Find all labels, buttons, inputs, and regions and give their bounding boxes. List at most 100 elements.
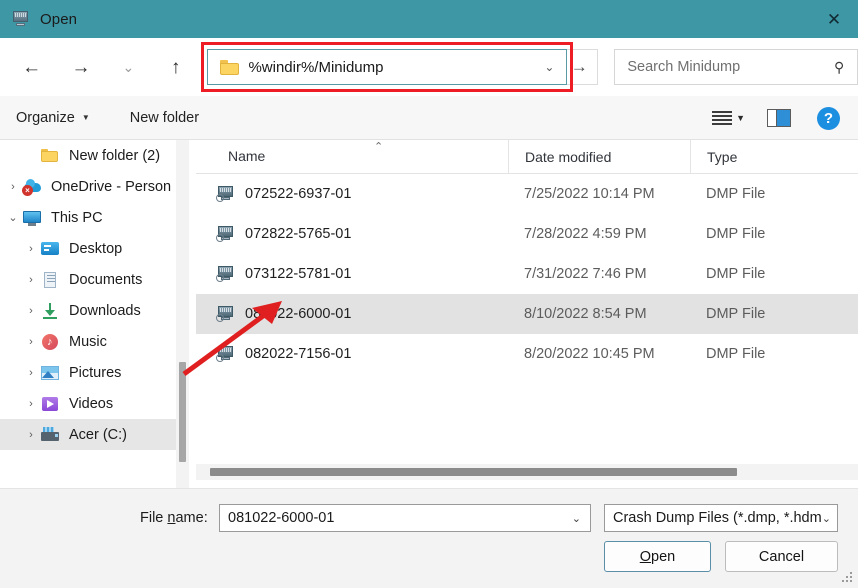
chevron-down-icon[interactable]: ⌄ <box>544 60 554 74</box>
file-name-value: 081022-6000-01 <box>228 510 335 526</box>
title-bar: Open ✕ <box>0 0 858 38</box>
file-list-scrollbar-thumb[interactable] <box>210 468 737 476</box>
recent-locations-icon[interactable]: ⌄ <box>111 49 146 85</box>
sidebar-item-label: Documents <box>69 271 143 288</box>
dump-file-icon <box>216 225 235 243</box>
file-type-select[interactable]: Crash Dump Files (*.dmp, *.hdm ⌄ <box>604 504 838 532</box>
address-bar-text: %windir%/Minidump <box>248 58 384 76</box>
column-header-name[interactable]: Name <box>196 148 508 166</box>
column-header-date-modified[interactable]: Date modified <box>508 139 690 174</box>
view-controls: ▼ ? <box>712 96 858 140</box>
cancel-button[interactable]: Cancel <box>725 541 838 572</box>
table-row[interactable]: 082022-7156-01 8/20/2022 10:45 PM DMP File <box>196 334 858 374</box>
folder-icon <box>220 59 240 75</box>
open-file-dialog: Open ✕ ← → ⌄ ↑ %windir%/Minidump ⌄ → Sea… <box>0 0 858 588</box>
sidebar-item-label: New folder (2) <box>69 147 161 164</box>
back-icon[interactable]: ← <box>14 49 49 85</box>
cell-name: 073122-5781-01 <box>196 265 508 283</box>
sidebar-item-music[interactable]: › ♪ Music <box>0 326 180 357</box>
cell-name: 072822-5765-01 <box>196 225 508 243</box>
address-bar-wrapper: %windir%/Minidump ⌄ <box>201 42 574 92</box>
sidebar-item-label: Desktop <box>69 240 123 257</box>
up-one-level-icon[interactable]: ↑ <box>158 49 193 85</box>
help-icon[interactable]: ? <box>817 106 840 130</box>
window-icon <box>12 10 30 28</box>
list-view-icon[interactable] <box>712 110 734 126</box>
sidebar-item-videos[interactable]: › Videos <box>0 388 180 419</box>
navigation-bar: ← → ⌄ ↑ %windir%/Minidump ⌄ → Search Min… <box>0 38 858 96</box>
sidebar-item-pictures[interactable]: › Pictures <box>0 357 180 388</box>
cell-type: DMP File <box>706 226 766 242</box>
videos-icon <box>40 395 60 413</box>
expander-icon[interactable]: › <box>22 367 40 379</box>
desktop-icon <box>40 240 60 258</box>
sidebar-item-this-pc[interactable]: ⌄ This PC <box>0 202 180 233</box>
close-icon[interactable]: ✕ <box>810 0 858 38</box>
sidebar-item-acer-c[interactable]: › Acer (C:) <box>0 419 180 450</box>
onedrive-icon: × <box>22 178 42 196</box>
music-icon: ♪ <box>40 333 60 351</box>
view-options-chevron-down-icon[interactable]: ▼ <box>736 113 745 123</box>
file-name-text: 081022-6000-01 <box>245 306 352 322</box>
cell-name: 072522-6937-01 <box>196 185 508 203</box>
file-name-label: File name: <box>140 510 208 526</box>
expander-icon[interactable]: ⌄ <box>4 211 22 224</box>
expander-icon[interactable]: › <box>22 274 40 286</box>
chevron-down-icon[interactable]: ⌄ <box>572 512 581 525</box>
cell-type: DMP File <box>706 266 766 282</box>
downloads-icon <box>40 302 60 320</box>
cell-type: DMP File <box>706 346 766 362</box>
sidebar-item-label: Videos <box>69 395 114 412</box>
sidebar-item-label: This PC <box>51 209 103 226</box>
preview-pane-icon[interactable] <box>767 109 791 127</box>
sidebar-item-documents[interactable]: › Documents <box>0 264 180 295</box>
folder-icon <box>40 147 60 165</box>
file-name-input[interactable]: 081022-6000-01 ⌄ <box>219 504 591 532</box>
expander-icon[interactable]: › <box>22 429 40 441</box>
file-list-rows: 072522-6937-01 7/25/2022 10:14 PM DMP File… <box>196 174 858 374</box>
address-bar[interactable]: %windir%/Minidump ⌄ <box>207 49 568 85</box>
sidebar-item-label: Acer (C:) <box>69 426 127 443</box>
resize-grip[interactable] <box>842 572 854 584</box>
expander-icon[interactable]: › <box>22 243 40 255</box>
cell-date-modified: 7/31/2022 7:46 PM <box>524 266 647 282</box>
cell-name: 082022-7156-01 <box>196 345 508 363</box>
table-row[interactable]: 072822-5765-01 7/28/2022 4:59 PM DMP File <box>196 214 858 254</box>
command-toolbar: Organize ▼ New folder ▼ ? <box>0 96 858 140</box>
sidebar-item-label: OneDrive - Person <box>51 178 172 195</box>
open-button[interactable]: Open <box>604 541 711 572</box>
expander-icon[interactable]: › <box>22 398 40 410</box>
file-list-header: ⌃ Name Date modified Type <box>196 139 858 174</box>
file-list-horizontal-scrollbar[interactable] <box>196 464 858 480</box>
sidebar-item-desktop[interactable]: › Desktop <box>0 233 180 264</box>
dump-file-icon <box>216 265 235 283</box>
expander-icon[interactable]: › <box>22 336 40 348</box>
this-pc-icon <box>22 209 42 227</box>
file-list: ⌃ Name Date modified Type 072522-6937-01… <box>196 139 858 460</box>
search-box[interactable]: Search Minidump ⚲ <box>614 49 858 85</box>
table-row[interactable]: 073122-5781-01 7/31/2022 7:46 PM DMP File <box>196 254 858 294</box>
sidebar-scrollbar-thumb[interactable] <box>179 362 186 462</box>
file-name-text: 072522-6937-01 <box>245 186 352 202</box>
file-name-text: 072822-5765-01 <box>245 226 352 242</box>
sort-ascending-icon: ⌃ <box>374 141 384 153</box>
sidebar-item-label: Pictures <box>69 364 122 381</box>
sidebar-item-new-folder-2[interactable]: New folder (2) <box>0 140 180 171</box>
search-icon: ⚲ <box>833 58 844 75</box>
sidebar-item-onedrive-person[interactable]: › × OneDrive - Person <box>0 171 180 202</box>
sidebar-scrollbar[interactable] <box>176 140 189 488</box>
column-header-type[interactable]: Type <box>690 139 858 174</box>
organize-button[interactable]: Organize ▼ <box>16 110 90 126</box>
search-input[interactable]: Search Minidump <box>627 59 833 75</box>
new-folder-button[interactable]: New folder <box>130 110 199 126</box>
sidebar-item-downloads[interactable]: › Downloads <box>0 295 180 326</box>
chevron-down-icon[interactable]: ⌄ <box>822 512 831 525</box>
cell-date-modified: 8/20/2022 10:45 PM <box>524 346 655 362</box>
window-title: Open <box>40 10 78 28</box>
sidebar-item-label: Downloads <box>69 302 141 319</box>
table-row[interactable]: 072522-6937-01 7/25/2022 10:14 PM DMP File <box>196 174 858 214</box>
expander-icon[interactable]: › <box>22 305 40 317</box>
forward-icon[interactable]: → <box>63 49 98 85</box>
expander-icon[interactable]: › <box>4 181 22 193</box>
table-row[interactable]: 081022-6000-01 8/10/2022 8:54 PM DMP File <box>196 294 858 334</box>
